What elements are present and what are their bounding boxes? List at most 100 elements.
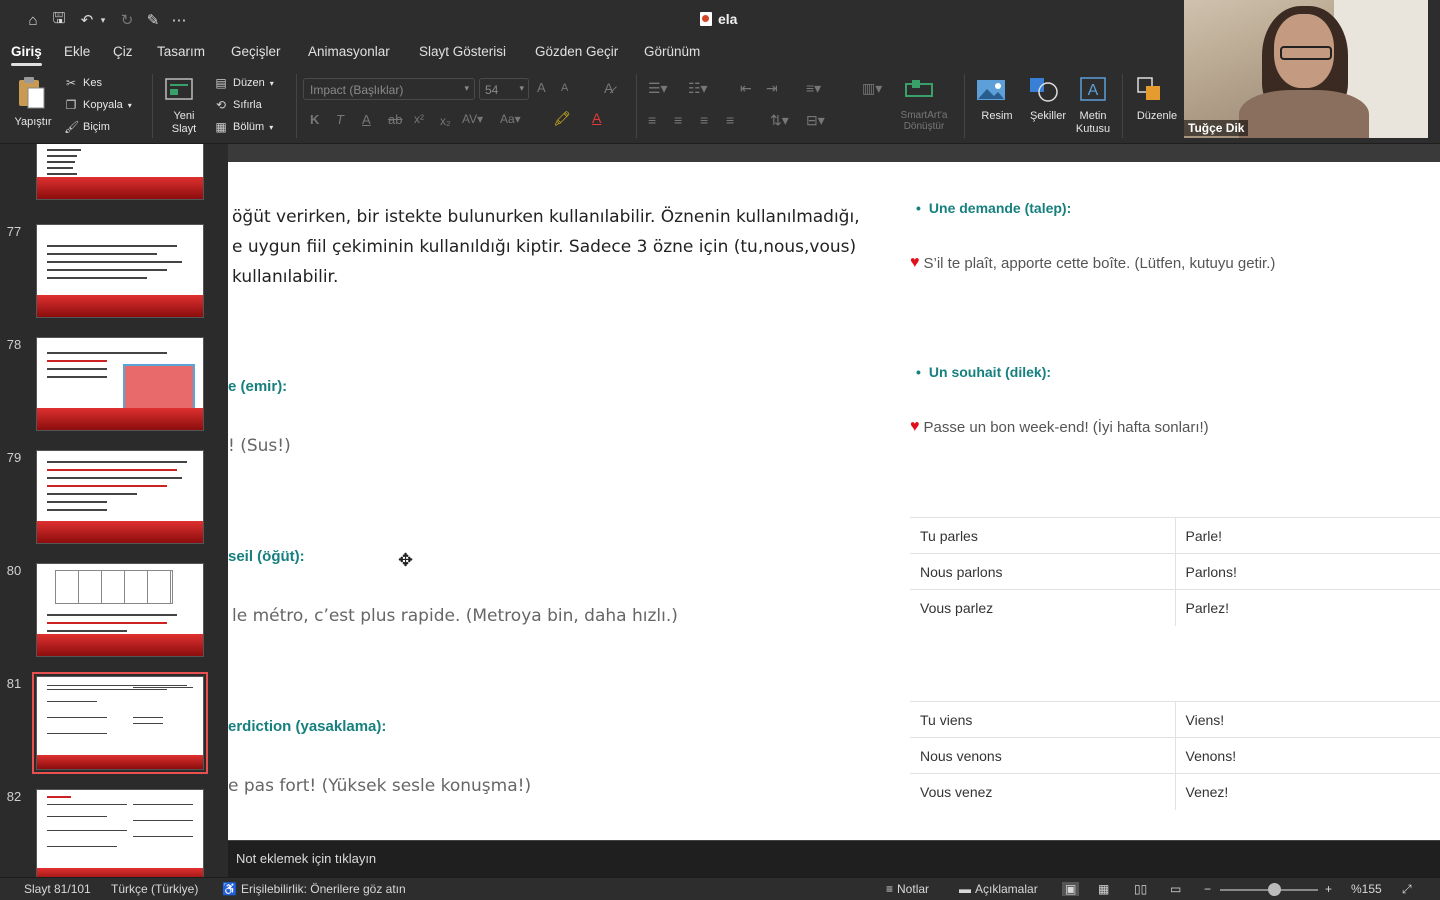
notes-button[interactable]: ≡ Notlar [886, 882, 929, 896]
paste-button[interactable]: Yapıştır [10, 74, 56, 130]
table-cell[interactable]: Tu viens [910, 701, 1176, 738]
character-spacing-icon[interactable]: AV▾ [462, 112, 483, 126]
numbering-icon[interactable]: ☷▾ [688, 80, 708, 97]
comments-button[interactable]: ▬ Açıklamalar [959, 882, 1038, 896]
shapes-button[interactable]: Şekiller [1024, 76, 1072, 130]
table-cell[interactable]: Nous venons [910, 737, 1176, 774]
advice-heading[interactable]: seil (öğüt): [228, 548, 305, 565]
tab-design[interactable]: Tasarım [157, 44, 205, 59]
table-cell[interactable]: Parlez! [1175, 589, 1440, 626]
table-cell[interactable]: Parle! [1175, 517, 1440, 554]
demand-example[interactable]: ♥ S’il te plaît, apporte cette boîte. (L… [910, 254, 1275, 272]
align-text-icon[interactable]: ⊟▾ [806, 112, 825, 129]
table-cell[interactable]: Venons! [1175, 737, 1440, 774]
save-icon[interactable]: 🖫 [48, 10, 70, 30]
customize-icon[interactable]: ✎ [142, 10, 164, 30]
demand-heading[interactable]: • Une demande (talep): [916, 200, 1071, 216]
textbox-button[interactable]: A Metin Kutusu [1070, 76, 1116, 138]
table-cell[interactable]: Venez! [1175, 773, 1440, 810]
more-icon[interactable]: ⋯ [168, 10, 190, 30]
venir-conjugation-table[interactable]: Tu viens Viens! Nous venons Venons! Vous… [910, 701, 1440, 810]
slideshow-icon[interactable]: ▭ [1170, 882, 1181, 896]
cut-button[interactable]: ✂ Kes [64, 76, 102, 90]
fit-to-window-icon[interactable]: ⤢ [1402, 882, 1412, 897]
undo-icon[interactable]: ↶ [76, 10, 98, 30]
parler-conjugation-table[interactable]: Tu parles Parle! Nous parlons Parlons! V… [910, 517, 1440, 626]
undo-dropdown-icon[interactable]: ▾ [96, 10, 110, 30]
order-example[interactable]: ! (Sus!) [228, 436, 291, 456]
zoom-in-icon[interactable]: + [1325, 882, 1332, 896]
decrease-font-icon[interactable]: A [561, 82, 568, 94]
table-cell[interactable]: Vous parlez [910, 589, 1176, 626]
tab-slideshow[interactable]: Slayt Gösterisi [419, 44, 506, 59]
increase-font-icon[interactable]: A [537, 80, 546, 95]
justify-icon[interactable]: ≡ [726, 112, 734, 128]
home-icon[interactable]: ⌂ [22, 10, 44, 30]
normal-view-icon[interactable]: ▣ [1062, 882, 1080, 896]
line-spacing-icon[interactable]: ≡▾ [806, 80, 821, 97]
prohibition-example[interactable]: e pas fort! (Yüksek sesle konuşma!) [228, 776, 531, 796]
italic-icon[interactable]: T [336, 112, 344, 127]
zoom-level[interactable]: %155 [1351, 882, 1382, 896]
picture-button[interactable]: Resim [972, 76, 1022, 130]
tab-transitions[interactable]: Geçişler [231, 44, 281, 59]
arrange-button[interactable]: Düzenle [1130, 76, 1184, 130]
notes-pane[interactable]: Not eklemek için tıklayın [228, 840, 1440, 877]
tab-review[interactable]: Gözden Geçir [535, 44, 618, 59]
wish-heading[interactable]: • Un souhait (dilek): [916, 364, 1051, 380]
table-cell[interactable]: Tu parles [910, 517, 1176, 554]
slide[interactable]: öğüt verirken, bir istekte bulunurken ku… [228, 162, 1440, 840]
font-name-select[interactable]: Impact (Başlıklar) ▾ [303, 78, 475, 100]
reset-button[interactable]: ⟲ Sıfırla [214, 98, 262, 112]
slide-thumbnail[interactable] [36, 563, 204, 657]
table-cell[interactable]: Vous venez [910, 773, 1176, 810]
slide-thumbnail-selected[interactable] [32, 672, 208, 774]
align-left-icon[interactable]: ≡ [648, 112, 656, 128]
prohibition-heading[interactable]: erdiction (yasaklama): [228, 718, 386, 735]
slide-thumbnail[interactable] [36, 224, 204, 318]
subscript-icon[interactable]: x₂ [440, 114, 451, 128]
bullets-icon[interactable]: ☰▾ [648, 80, 668, 97]
reading-view-icon[interactable]: ▯▯ [1134, 882, 1147, 896]
font-size-select[interactable]: 54 ▾ [479, 78, 529, 100]
redo-icon[interactable]: ↻ [116, 10, 138, 30]
tab-view[interactable]: Görünüm [644, 44, 700, 59]
tab-home[interactable]: Giriş [11, 44, 42, 66]
strikethrough-icon[interactable]: ab [388, 112, 402, 127]
intro-text-box[interactable]: öğüt verirken, bir istekte bulunurken ku… [232, 202, 872, 292]
order-heading[interactable]: e (emir): [228, 378, 287, 395]
font-color-icon[interactable]: A [592, 110, 601, 126]
slide-sorter-icon[interactable]: ▦ [1098, 882, 1109, 896]
section-button[interactable]: ▦ Bölüm ▾ [214, 120, 273, 134]
superscript-icon[interactable]: x² [414, 112, 424, 126]
table-cell[interactable]: Viens! [1175, 701, 1440, 738]
clear-format-icon[interactable]: A̷ [604, 80, 613, 96]
slide-thumbnails-panel[interactable]: 77 78 79 80 81 82 [0, 144, 228, 877]
change-case-icon[interactable]: Aa▾ [500, 112, 521, 126]
table-cell[interactable]: Nous parlons [910, 553, 1176, 590]
advice-example[interactable]: le métro, c’est plus rapide. (Metroya bi… [232, 606, 678, 626]
highlight-icon[interactable]: 🖍 [553, 110, 571, 127]
underline-icon[interactable]: A [362, 112, 371, 127]
tab-draw[interactable]: Çiz [113, 44, 133, 59]
smartart-button[interactable]: SmartArt'a Dönüştür [890, 76, 958, 138]
slide-thumbnail[interactable] [36, 789, 204, 877]
decrease-indent-icon[interactable]: ⇤ [740, 80, 752, 97]
increase-indent-icon[interactable]: ⇥ [766, 80, 778, 97]
tab-animations[interactable]: Animasyonlar [308, 44, 390, 59]
align-right-icon[interactable]: ≡ [700, 112, 708, 128]
table-cell[interactable]: Parlons! [1175, 553, 1440, 590]
language-indicator[interactable]: Türkçe (Türkiye) [111, 882, 198, 896]
zoom-slider-handle[interactable] [1267, 883, 1281, 896]
bold-icon[interactable]: K [310, 112, 319, 127]
slide-thumbnail[interactable] [36, 450, 204, 544]
slide-thumbnail[interactable] [36, 144, 204, 200]
new-slide-button[interactable]: Yeni Slayt [160, 74, 208, 138]
slide-canvas[interactable]: öğüt verirken, bir istekte bulunurken ku… [228, 144, 1440, 840]
zoom-out-icon[interactable]: − [1204, 882, 1211, 896]
tab-insert[interactable]: Ekle [64, 44, 90, 59]
accessibility-button[interactable]: ♿ Erişilebilirlik: Önerilere göz atın [222, 882, 406, 896]
text-direction-icon[interactable]: ⇅▾ [770, 112, 789, 129]
align-center-icon[interactable]: ≡ [674, 112, 682, 128]
columns-icon[interactable]: ▥▾ [862, 80, 882, 97]
